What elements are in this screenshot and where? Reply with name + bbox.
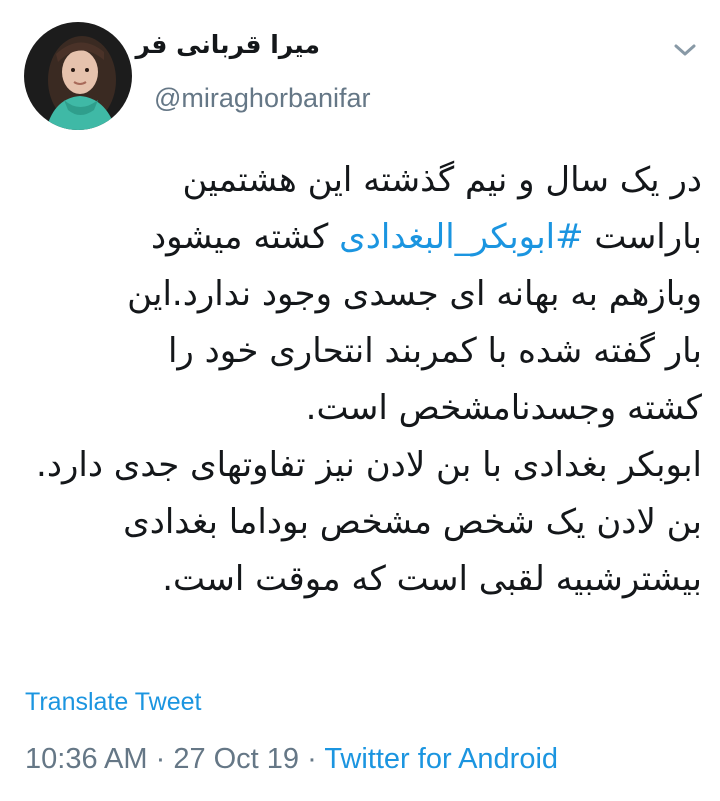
author-display-name[interactable]: میرا قربانی فر: [135, 30, 320, 59]
tweet-line: کشته وجسدنامشخص است.: [305, 388, 702, 428]
tweet-text-segment: کشته میشود: [151, 217, 340, 257]
tweet-source-link[interactable]: Twitter for Android: [324, 743, 558, 775]
translate-tweet-link[interactable]: Translate Tweet: [25, 688, 201, 717]
tweet-line: باراست #ابوبکر_البغدادی کشته میشود: [16, 209, 702, 266]
tweet-line: بن لادن یک شخص مشخص بوداما بغدادی: [123, 502, 702, 542]
avatar[interactable]: [24, 22, 132, 130]
meta-separator: ·: [147, 743, 174, 775]
tweet-line: بیشترشبیه لقبی است که موقت است.: [162, 559, 702, 599]
tweet-line: بار گفته شده با کمربند انتحاری خود را: [167, 331, 702, 371]
tweet-time: 10:36 AM: [25, 743, 148, 775]
tweet-text: در یک سال و نیم گذشته این هشتمین باراست …: [16, 152, 702, 608]
tweet-line: در یک سال و نیم گذشته این هشتمین: [182, 160, 702, 200]
tweet-date: 27 Oct 19: [173, 743, 300, 775]
author-handle[interactable]: @miraghorbanifar: [154, 83, 371, 114]
meta-separator: ·: [299, 743, 325, 775]
chevron-down-icon[interactable]: [670, 38, 700, 62]
profile-photo: [24, 22, 132, 130]
hashtag-link[interactable]: #ابوبکر_البغدادی: [339, 217, 583, 257]
tweet-line: ابوبکر بغدادی با بن لادن نیز تفاوتهای جد…: [36, 445, 702, 485]
tweet-text-segment: باراست: [583, 217, 702, 257]
tweet-meta: 10:36 AM · 27 Oct 19 · Twitter for Andro…: [25, 743, 558, 776]
tweet-line: وبازهم به بهانه ای جسدی وجود ندارد.این: [127, 274, 702, 314]
